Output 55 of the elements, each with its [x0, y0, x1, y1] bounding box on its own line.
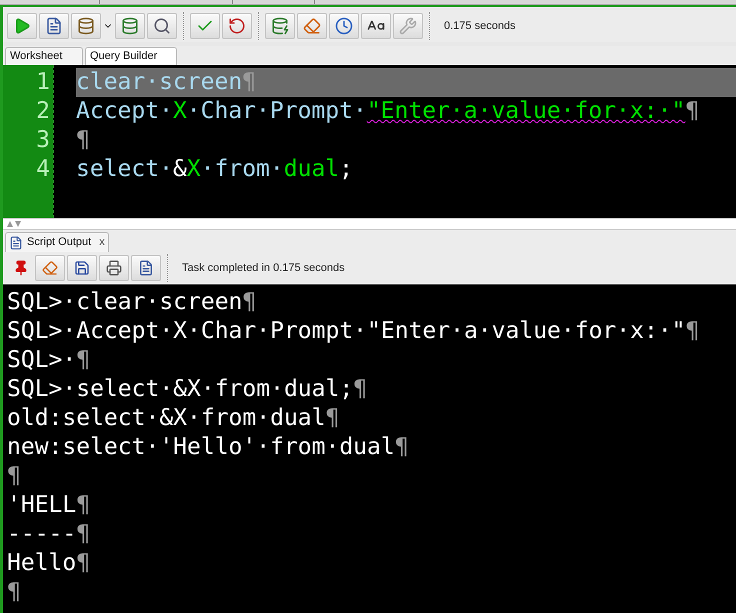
output-line: SQL>·clear·screen¶ — [7, 288, 258, 317]
play-icon — [13, 17, 31, 35]
history-button[interactable] — [329, 13, 359, 39]
line-number: 2 — [36, 97, 50, 126]
line-number: 4 — [36, 155, 50, 184]
undo-icon — [228, 17, 246, 35]
editor-tab[interactable]: Worksheet — [5, 47, 83, 65]
run-script-button[interactable] — [39, 13, 69, 39]
output-line: SQL>·¶ — [7, 346, 92, 375]
code-line: Accept·X·Char·Prompt·"Enter·a·value·for·x:·"¶ — [76, 97, 700, 126]
line-number: 1 — [36, 68, 50, 97]
code-line: select·&X·from·dual; — [76, 155, 354, 184]
explain-button[interactable] — [115, 13, 145, 39]
database-icon — [271, 17, 289, 35]
code-line: ¶ — [76, 126, 91, 155]
editor-tab[interactable]: Query Builder — [85, 47, 177, 65]
output-line: SQL>·select·&X·from·dual;¶ — [7, 375, 368, 404]
output-line: ¶ — [7, 462, 22, 491]
printer-icon — [106, 260, 122, 276]
autotrace-button[interactable] — [147, 13, 177, 39]
database-icon — [121, 17, 139, 35]
eraser-icon — [303, 17, 321, 35]
rollback-button[interactable] — [222, 13, 252, 39]
sql-button[interactable] — [265, 13, 295, 39]
output-line: old:select·&X·from·dual¶ — [7, 404, 340, 433]
database-button[interactable] — [71, 13, 101, 39]
splitter-arrows-icon[interactable] — [7, 221, 21, 227]
output-line: ¶ — [7, 578, 22, 607]
commit-button[interactable] — [190, 13, 220, 39]
eraser-icon — [42, 260, 58, 276]
case-button[interactable] — [361, 13, 391, 39]
save-icon — [74, 260, 90, 276]
clock-icon — [335, 17, 353, 35]
search-icon — [153, 17, 171, 35]
script-icon — [9, 236, 23, 250]
output-line: new:select·'Hello'·from·dual¶ — [7, 433, 410, 462]
output-line: SQL>·Accept·X·Char·Prompt·"Enter·a·value·for·x:·"¶ — [7, 317, 700, 346]
pin-icon[interactable] — [13, 260, 29, 276]
save-button[interactable] — [67, 255, 97, 281]
output-tab[interactable]: Script Output x — [5, 232, 109, 252]
database-icon — [77, 17, 95, 35]
run-script-button[interactable] — [131, 255, 161, 281]
script-icon — [138, 260, 154, 276]
elapsed-time: 0.175 seconds — [444, 18, 516, 34]
run-button[interactable] — [7, 13, 37, 39]
output-line: Hello¶ — [7, 549, 92, 578]
print-button[interactable] — [99, 255, 129, 281]
output-line: -----¶ — [7, 520, 92, 549]
line-number: 3 — [36, 126, 50, 155]
wrench-icon — [399, 17, 417, 35]
clear-button[interactable] — [35, 255, 65, 281]
output-line: 'HELL¶ — [7, 491, 92, 520]
clear-button[interactable] — [297, 13, 327, 39]
script-icon — [45, 17, 63, 35]
task-status: Task completed in 0.175 seconds — [182, 260, 345, 276]
